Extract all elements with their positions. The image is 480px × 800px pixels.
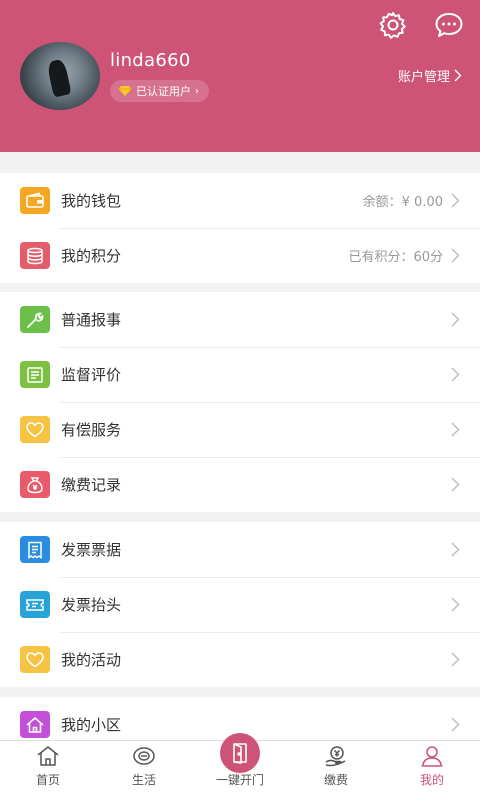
tab-open-door[interactable]: 一键开门 (192, 733, 288, 800)
username: linda660 (110, 50, 191, 71)
points-stack-icon (20, 242, 50, 269)
account-manage-label: 账户管理 (397, 70, 450, 85)
menu-item-activity[interactable]: 我的活动 (0, 632, 480, 687)
chevron-right-icon (451, 597, 460, 612)
verified-label: 已认证用户 (136, 85, 191, 98)
chevron-right-icon (451, 717, 460, 732)
diamond-icon (118, 86, 132, 96)
chevron-right-icon (451, 477, 460, 492)
menu-label: 监督评价 (61, 366, 122, 384)
profile-header: linda660 已认证用户 › 账户管理 (0, 0, 480, 152)
chevron-right-icon (451, 248, 460, 263)
ticket-icon (20, 591, 50, 618)
tab-label: 生活 (131, 773, 156, 787)
invoice-section: 发票票据 发票抬头 我的活动 (0, 522, 480, 687)
menu-item-report[interactable]: 普通报事 (0, 292, 480, 347)
message-bubble-icon[interactable] (434, 10, 464, 40)
menu-item-invoice[interactable]: 发票票据 (0, 522, 480, 577)
menu-item-wallet[interactable]: 我的钱包 余额：¥ 0.00 (0, 173, 480, 228)
menu-item-invoice-title[interactable]: 发票抬头 (0, 577, 480, 632)
menu-label: 我的小区 (61, 716, 122, 734)
menu-label: 我的活动 (61, 651, 122, 669)
wrench-icon (20, 306, 50, 333)
tab-label: 一键开门 (215, 773, 264, 787)
service-section: 普通报事 监督评价 有偿服务 缴费记录 (0, 292, 480, 512)
menu-item-evaluation[interactable]: 监督评价 (0, 347, 480, 402)
chevron-right-icon (454, 69, 462, 82)
note-icon (20, 361, 50, 388)
tab-home[interactable]: 首页 (0, 741, 96, 800)
home-icon (20, 711, 50, 738)
door-button[interactable] (220, 733, 260, 773)
account-manage-link[interactable]: 账户管理 (398, 66, 462, 85)
heart-icon (20, 646, 50, 673)
user-icon (421, 746, 443, 767)
chevron-right-icon (451, 652, 460, 667)
points-value: 已有积分：60分 (348, 250, 443, 265)
receipt-icon (20, 536, 50, 563)
tab-label: 我的 (419, 773, 444, 787)
tab-payment[interactable]: 缴费 (288, 741, 384, 800)
menu-label: 我的钱包 (61, 192, 122, 210)
home-outline-icon (37, 746, 59, 766)
bottom-tab-bar: 首页 生活 一键开门 缴费 我的 (0, 733, 480, 800)
menu-label: 我的积分 (61, 247, 122, 265)
tab-mine[interactable]: 我的 (384, 741, 480, 800)
menu-item-points[interactable]: 我的积分 已有积分：60分 (0, 228, 480, 283)
menu-label: 缴费记录 (61, 476, 122, 494)
menu-label: 发票抬头 (61, 596, 122, 614)
life-icon (133, 747, 155, 765)
chevron-right-icon (451, 312, 460, 327)
door-icon (233, 743, 247, 764)
wallet-balance: 余额：¥ 0.00 (362, 195, 443, 210)
menu-label: 发票票据 (61, 541, 122, 559)
chevron-right-icon (451, 542, 460, 557)
tab-label: 缴费 (323, 773, 348, 787)
heart-icon (20, 416, 50, 443)
chevron-right-icon (451, 193, 460, 208)
wallet-icon (20, 187, 50, 214)
tab-label: 首页 (35, 773, 60, 787)
menu-item-paid-service[interactable]: 有偿服务 (0, 402, 480, 457)
settings-gear-icon[interactable] (378, 10, 408, 40)
verified-badge[interactable]: 已认证用户 › (110, 80, 209, 102)
wallet-points-section: 我的钱包 余额：¥ 0.00 我的积分 已有积分：60分 (0, 173, 480, 283)
avatar[interactable] (20, 42, 100, 110)
menu-item-payment-record[interactable]: 缴费记录 (0, 457, 480, 512)
chevron-right-icon: › (195, 85, 199, 97)
chevron-right-icon (451, 367, 460, 382)
money-bag-icon (20, 471, 50, 498)
payment-icon (325, 746, 346, 767)
chevron-right-icon (451, 422, 460, 437)
tab-life[interactable]: 生活 (96, 741, 192, 800)
menu-label: 普通报事 (61, 311, 122, 329)
menu-label: 有偿服务 (61, 421, 122, 439)
